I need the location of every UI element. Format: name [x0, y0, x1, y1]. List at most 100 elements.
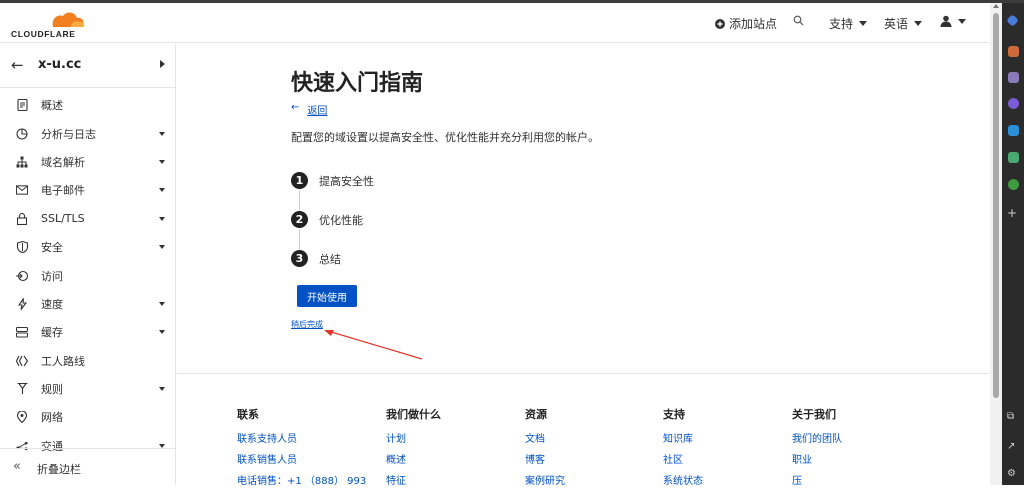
step-item: 2 优化性能 — [291, 211, 363, 228]
collapse-label: 折叠边栏 — [37, 463, 81, 476]
window-icon[interactable]: ⧉ — [1007, 411, 1014, 422]
sidebar-nav: 概述 分析与日志 域名解析 电子邮件 SSL/TLS 安全 访问 速度 缓存 工人路线 规则 网络 交通 — [0, 91, 176, 460]
step-connector — [299, 190, 300, 212]
sidebar-item[interactable]: 域名解析 — [0, 148, 176, 176]
footer-heading: 资源 — [525, 408, 547, 421]
footer-column-resources: 资源 文档 博客 案例研究 — [525, 406, 565, 493]
search-button[interactable] — [793, 15, 804, 26]
footer-link[interactable]: 博客 — [525, 451, 565, 466]
external-link-icon[interactable]: ↗ — [1007, 441, 1015, 452]
sidebar-item[interactable]: 网络 — [0, 403, 176, 431]
step-connector — [299, 229, 300, 251]
chevron-down-icon[interactable] — [159, 245, 165, 250]
location-icon — [16, 411, 28, 424]
start-button[interactable]: 开始使用 — [297, 285, 357, 307]
chevron-down-icon[interactable] — [159, 188, 165, 193]
annotation-arrow — [324, 330, 423, 360]
sidebar-item[interactable]: 电子邮件 — [0, 176, 176, 204]
footer-column-support: 支持 知识库 社区 系统状态 — [663, 406, 703, 493]
plus-icon[interactable]: + — [1007, 206, 1017, 220]
footer-column-about: 关于我们 我们的团队 职业 压 — [792, 406, 842, 493]
footer-link[interactable]: 概述 — [386, 451, 441, 466]
sidebar-item-label: 工人路线 — [41, 354, 85, 368]
shield-icon — [16, 241, 28, 254]
chevron-down-icon[interactable] — [159, 216, 165, 221]
chevron-down-icon[interactable] — [159, 387, 165, 392]
lock-icon — [16, 212, 28, 225]
sidebar-item[interactable]: 访问 — [0, 261, 176, 289]
footer-link[interactable]: 联系销售人员 — [237, 451, 366, 466]
app-icon[interactable] — [1008, 72, 1019, 83]
main-content: 快速入门指南 ← 返回 配置您的域设置以提高安全性、优化性能并充分利用您的帐户。… — [177, 44, 990, 487]
add-site-button[interactable]: 添加站点 — [715, 15, 777, 32]
chart-pie-icon — [16, 128, 28, 140]
sidebar-item[interactable]: 缓存 — [0, 318, 176, 346]
vertical-scrollbar[interactable] — [990, 3, 1002, 485]
footer-link[interactable]: 我们的团队 — [792, 430, 842, 445]
sidebar-item[interactable]: SSL/TLS — [0, 205, 176, 233]
sidebar: ← x-u.cc 概述 分析与日志 域名解析 电子邮件 SSL/TLS 安全访问 速度 缓存工… — [0, 44, 176, 485]
user-menu[interactable] — [940, 15, 966, 27]
step-number: 3 — [291, 250, 308, 267]
arrow-left-icon[interactable]: ← — [11, 56, 24, 74]
sidebar-item-label: 网络 — [41, 411, 63, 425]
cloud-logo-icon — [52, 12, 85, 27]
sidebar-item[interactable]: 工人路线 — [0, 347, 176, 375]
footer-link[interactable]: 文档 — [525, 430, 565, 445]
lightning-icon — [16, 298, 28, 310]
app-icon[interactable] — [1008, 46, 1019, 57]
sidebar-item-label: SSL/TLS — [41, 212, 85, 226]
footer-heading: 关于我们 — [792, 408, 836, 421]
domain-selector[interactable]: ← x-u.cc — [0, 44, 176, 88]
top-header: CLOUDFLARE 添加站点 支持 英语 — [0, 3, 990, 43]
support-dropdown[interactable]: 支持 — [829, 15, 868, 32]
diamond-app-icon[interactable] — [1006, 14, 1019, 27]
access-icon — [16, 270, 28, 282]
page-title: 快速入门指南 — [291, 71, 424, 96]
finish-later-link[interactable]: 稍后完成 — [291, 319, 323, 330]
sidebar-item[interactable]: 规则 — [0, 375, 176, 403]
chevron-down-icon — [914, 21, 923, 26]
sidebar-item-label: 安全 — [41, 241, 63, 255]
browser-side-panel: + ⧉ ↗ ⚙ — [1002, 3, 1024, 485]
back-label: 返回 — [307, 106, 328, 117]
language-dropdown[interactable]: 英语 — [884, 15, 923, 32]
footer-heading: 支持 — [663, 408, 685, 421]
chevron-right-icon — [160, 60, 165, 68]
support-label: 支持 — [829, 17, 854, 31]
app-icon[interactable] — [1008, 152, 1019, 163]
email-icon — [16, 184, 28, 196]
app-icon[interactable] — [1008, 98, 1019, 109]
back-link[interactable]: ← 返回 — [291, 102, 327, 117]
step-label: 优化性能 — [319, 213, 363, 227]
cloudflare-logo[interactable]: CLOUDFLARE — [11, 9, 91, 39]
page-description: 配置您的域设置以提高安全性、优化性能并充分利用您的帐户。 — [291, 131, 599, 144]
step-label: 提高安全性 — [319, 174, 374, 188]
logo-text: CLOUDFLARE — [11, 29, 76, 39]
scroll-up-icon[interactable] — [993, 4, 999, 8]
tree-icon[interactable] — [1008, 179, 1019, 190]
footer-link[interactable]: 联系支持人员 — [237, 430, 366, 445]
sidebar-item[interactable]: 安全 — [0, 233, 176, 261]
collapse-sidebar-button[interactable]: « 折叠边栏 — [0, 448, 176, 485]
workers-icon — [16, 355, 28, 367]
chevron-down-icon[interactable] — [159, 159, 165, 164]
step-label: 总结 — [319, 252, 341, 266]
add-site-label: 添加站点 — [729, 17, 778, 31]
sidebar-item[interactable]: 概述 — [0, 91, 176, 119]
rules-icon — [16, 383, 28, 395]
scroll-thumb[interactable] — [993, 13, 999, 398]
chevron-down-icon[interactable] — [159, 131, 165, 136]
footer-link[interactable]: 社区 — [663, 451, 703, 466]
chevron-down-icon[interactable] — [159, 301, 165, 306]
chevron-down-icon[interactable] — [159, 330, 165, 335]
sidebar-item[interactable]: 速度 — [0, 290, 176, 318]
footer-link[interactable]: 职业 — [792, 451, 842, 466]
double-chevron-left-icon: « — [13, 459, 21, 474]
gear-icon[interactable]: ⚙ — [1007, 468, 1016, 479]
footer-link[interactable]: 知识库 — [663, 430, 703, 445]
footer-divider — [177, 373, 990, 374]
footer-link[interactable]: 计划 — [386, 430, 441, 445]
outlook-icon[interactable] — [1008, 125, 1019, 136]
sidebar-item[interactable]: 分析与日志 — [0, 119, 176, 147]
